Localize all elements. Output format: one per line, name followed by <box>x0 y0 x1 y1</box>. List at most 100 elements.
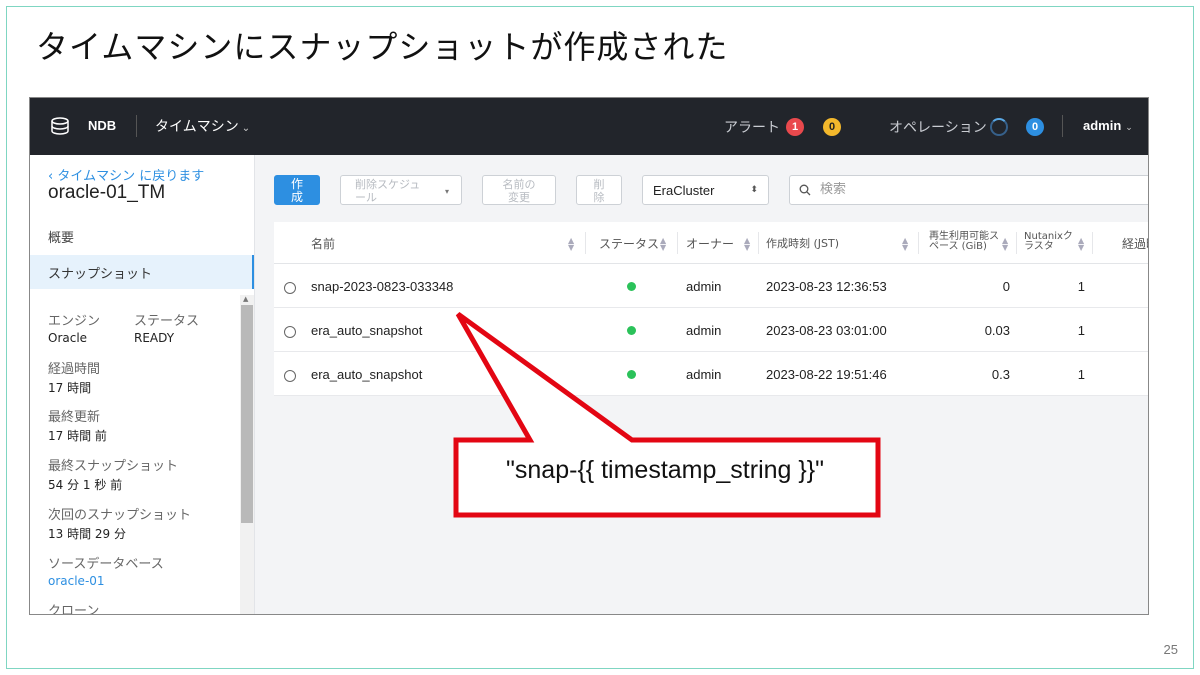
row-radio-button[interactable] <box>284 282 296 294</box>
column-header-name[interactable]: 名前 <box>311 235 335 252</box>
search-box[interactable] <box>789 175 1148 205</box>
sidebar-item-snapshots[interactable]: スナップショット <box>30 255 254 289</box>
sort-icon[interactable]: ▲ ▼ <box>660 237 666 252</box>
source-database-link[interactable]: oracle-01 <box>48 574 164 588</box>
top-navigation-bar: NDB タイムマシン ⌄ アラート 1 0 オペレーション 0 admin ⌄ <box>30 98 1148 155</box>
property-value: 13 時間 29 分 <box>48 527 126 541</box>
operations-label[interactable]: オペレーション <box>889 117 987 137</box>
create-label: 作成 <box>290 177 303 204</box>
owner: admin <box>686 367 722 382</box>
chevron-down-icon: ▾ <box>444 187 449 196</box>
reclaimable-space: 0.3 <box>991 367 1010 382</box>
property-label: 最終スナップショット <box>48 459 179 474</box>
operations-spinner-icon <box>990 118 1008 136</box>
snapshot-name[interactable]: era_auto_snapshot <box>311 323 422 338</box>
delete-schedule-label: 削除スケジュール <box>355 178 421 204</box>
status-ok-indicator <box>627 282 636 291</box>
column-header-reclaimable[interactable]: 再生利用可能スペース (GiB) <box>929 232 999 252</box>
property-value: Oracle <box>48 331 88 345</box>
callout-text: "snap-{{ timestamp_string }}" <box>506 456 824 484</box>
brand-label[interactable]: NDB <box>88 118 116 133</box>
row-radio-button[interactable] <box>284 370 296 382</box>
sort-icon[interactable]: ▲ ▼ <box>1078 237 1084 252</box>
row-radio-button[interactable] <box>284 326 296 338</box>
column-header-elapsed[interactable]: 経過時 <box>1122 235 1148 252</box>
sort-icon[interactable]: ▲ ▼ <box>1002 237 1008 252</box>
delete-button[interactable]: 削除 <box>576 175 622 205</box>
delete-schedule-button[interactable]: 削除スケジュール ▾ <box>340 175 462 205</box>
column-header-created[interactable]: 作成時刻 (JST) <box>766 235 839 251</box>
alerts-warning-badge[interactable]: 0 <box>823 118 841 136</box>
delete-label: 削除 <box>593 178 605 204</box>
snapshots-table: 名前 ▲ ▼ ステータス ▲ ▼ オーナー ▲ ▼ 作成時刻 (JST) ▲ ▼ 再生利… <box>274 222 1148 396</box>
property-value: READY <box>134 331 175 345</box>
table-row[interactable]: snap-2023-0823-033348 admin 2023-08-23 1… <box>274 264 1148 308</box>
column-header-status[interactable]: ステータス <box>599 235 659 252</box>
status-ok-indicator <box>627 370 636 379</box>
cluster-select[interactable]: EraCluster ⬍ <box>642 175 769 205</box>
nav-label: タイムマシン <box>155 119 239 135</box>
reclaimable-space: 0 <box>1002 279 1010 294</box>
created-time: 2023-08-22 19:51:46 <box>766 367 887 382</box>
create-button[interactable]: 作成 <box>274 175 320 205</box>
property-label: 最終更新 <box>48 410 101 425</box>
property-label: エンジン <box>48 314 101 329</box>
scroll-up-arrow-icon[interactable]: ▲ <box>243 295 248 303</box>
owner: admin <box>686 323 722 338</box>
source-database-property: ソースデータベース oracle-01 <box>48 553 164 588</box>
divider <box>1062 115 1063 137</box>
sidebar-item-label: スナップショット <box>48 267 153 282</box>
elapsed-property: 経過時間 17 時間 <box>48 358 100 396</box>
database-icon[interactable] <box>50 116 70 136</box>
slide-title: タイムマシンにスナップショットが作成された <box>36 28 729 66</box>
table-header: 名前 ▲ ▼ ステータス ▲ ▼ オーナー ▲ ▼ 作成時刻 (JST) ▲ ▼ 再生利… <box>274 222 1148 264</box>
snapshot-name[interactable]: snap-2023-0823-033348 <box>311 279 453 294</box>
column-divider <box>677 232 678 254</box>
property-value: 17 時間 前 <box>48 429 107 443</box>
last-updated-property: 最終更新 17 時間 前 <box>48 406 107 444</box>
owner: admin <box>686 279 722 294</box>
entity-title: oracle-01_TM <box>48 182 166 203</box>
search-input[interactable] <box>820 182 1120 197</box>
column-header-nutanix-cluster[interactable]: Nutanixクラスタ <box>1024 232 1080 252</box>
table-row[interactable]: era_auto_snapshot admin 2023-08-23 03:01… <box>274 308 1148 352</box>
column-divider <box>1092 232 1093 254</box>
column-header-owner[interactable]: オーナー <box>686 235 734 252</box>
reclaimable-space: 0.03 <box>984 323 1010 338</box>
property-label: クローン <box>48 604 100 615</box>
column-divider <box>918 232 919 254</box>
ndb-app-screenshot: NDB タイムマシン ⌄ アラート 1 0 オペレーション 0 admin ⌄ ‹ … <box>29 97 1149 615</box>
last-snapshot-property: 最終スナップショット 54 分 1 秒 前 <box>48 455 178 493</box>
search-icon <box>799 184 811 196</box>
chevron-down-icon: ⌄ <box>241 123 251 134</box>
snapshot-name[interactable]: era_auto_snapshot <box>311 367 422 382</box>
property-label: 経過時間 <box>48 362 101 377</box>
chevron-down-icon: ⌄ <box>1125 122 1133 132</box>
column-divider <box>758 232 759 254</box>
main-content: 作成 削除スケジュール ▾ 名前の変更 削除 EraCluster ⬍ 名前 ▲▼… <box>256 155 1148 614</box>
sort-icon[interactable]: ▲ ▼ <box>902 237 908 252</box>
created-time: 2023-08-23 12:36:53 <box>766 279 887 294</box>
sidebar-item-overview[interactable]: 概要 <box>48 227 74 246</box>
rename-button[interactable]: 名前の変更 <box>482 175 556 205</box>
status-ok-indicator <box>627 326 636 335</box>
operations-count-badge[interactable]: 0 <box>1026 118 1044 136</box>
property-label: 次回のスナップショット <box>48 508 192 523</box>
sort-icon[interactable]: ▲ ▼ <box>568 237 574 252</box>
sidebar: ‹ タイムマシン に戻ります oracle-01_TM 概要 スナップショット … <box>30 155 255 615</box>
user-menu[interactable]: admin ⌄ <box>1083 118 1133 133</box>
property-value: 17 時間 <box>48 381 92 395</box>
status-property: ステータス READY <box>134 310 199 345</box>
property-value: 54 分 1 秒 前 <box>48 478 123 492</box>
column-divider <box>1016 232 1017 254</box>
alerts-critical-badge[interactable]: 1 <box>786 118 804 136</box>
clones-property: クローン <box>48 600 100 615</box>
column-divider <box>585 232 586 254</box>
nav-time-machine-menu[interactable]: タイムマシン ⌄ <box>155 116 250 136</box>
sort-icon[interactable]: ▲ ▼ <box>744 237 750 252</box>
engine-property: エンジン Oracle <box>48 310 100 345</box>
alerts-label[interactable]: アラート <box>724 117 780 137</box>
table-row[interactable]: era_auto_snapshot admin 2023-08-22 19:51… <box>274 352 1148 396</box>
sidebar-scrollbar-thumb[interactable] <box>241 305 253 523</box>
cluster-count: 1 <box>1077 323 1085 338</box>
